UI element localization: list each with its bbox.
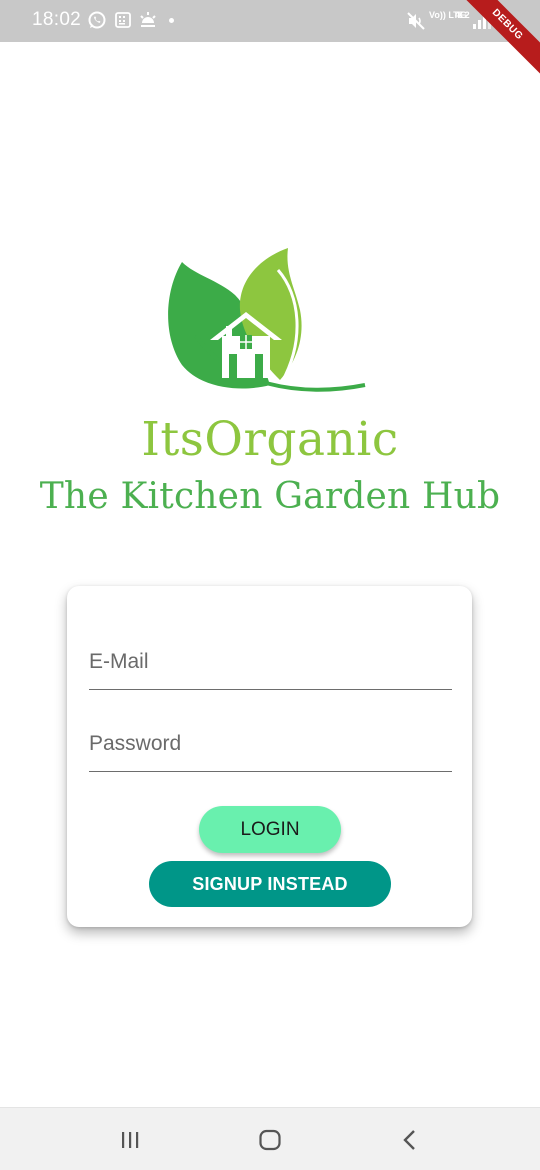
brand-subtitle: The Kitchen Garden Hub [39, 476, 501, 517]
password-field [89, 712, 452, 772]
email-field [89, 630, 452, 690]
whatsapp-icon [87, 10, 107, 35]
status-time: 18:02 [32, 9, 82, 30]
sim-icon [114, 11, 132, 34]
login-button[interactable]: LOGIN [199, 806, 341, 853]
email-input[interactable] [89, 630, 452, 689]
mute-icon [406, 11, 426, 36]
back-icon[interactable] [390, 1126, 430, 1154]
login-card: LOGIN SIGNUP INSTEAD [67, 586, 472, 927]
status-bar: 18:02 Vo)) LTE2 4G [0, 0, 540, 42]
network-type: 4G [455, 10, 468, 20]
system-nav-bar [0, 1107, 540, 1170]
recents-icon[interactable] [110, 1126, 150, 1154]
weather-icon [138, 10, 158, 35]
home-icon[interactable] [250, 1126, 290, 1154]
notification-dot [169, 18, 174, 23]
itsorganic-logo [168, 248, 366, 392]
password-input[interactable] [89, 712, 452, 771]
brand-title: ItsOrganic [141, 412, 399, 467]
signup-instead-button[interactable]: SIGNUP INSTEAD [149, 861, 391, 907]
